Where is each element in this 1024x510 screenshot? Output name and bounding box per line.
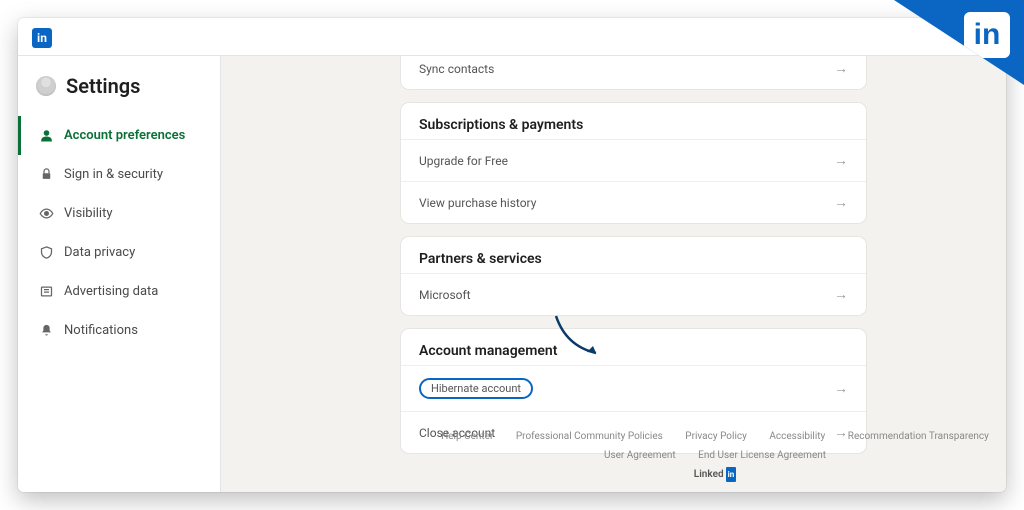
row-label: Sync contacts (419, 62, 494, 76)
sidebar-item-visibility[interactable]: Visibility (18, 194, 220, 233)
sidebar-item-label: Advertising data (64, 284, 158, 299)
card-title: Account management (401, 329, 866, 365)
chevron-right-icon: → (834, 60, 848, 77)
window: in Settings Account preferences Sign in … (18, 18, 1006, 492)
avatar[interactable] (36, 76, 56, 96)
footer-link-privacy[interactable]: Privacy Policy (685, 431, 747, 442)
sidebar-item-label: Notifications (64, 323, 138, 338)
row-upgrade-free[interactable]: Upgrade for Free → (401, 139, 866, 181)
row-sync-contacts[interactable]: Sync contacts → (401, 56, 866, 89)
sidebar-item-data-privacy[interactable]: Data privacy (18, 233, 220, 272)
lock-icon (39, 167, 54, 182)
chevron-right-icon: → (834, 152, 848, 169)
footer: Help Center Professional Community Polic… (424, 427, 1006, 484)
footer-link-recommendation[interactable]: Recommendation Transparency (848, 431, 989, 442)
linkedin-in-badge-icon: in (726, 467, 737, 482)
row-hibernate-account[interactable]: Hibernate account → (401, 365, 866, 411)
footer-brand-text: Linked (694, 469, 724, 480)
main-content: Sync contacts → Subscriptions & payments… (221, 56, 1006, 492)
row-label: Upgrade for Free (419, 154, 508, 168)
page-title: Settings (66, 74, 140, 98)
person-icon (39, 128, 54, 143)
linkedin-logo-small-icon[interactable]: in (32, 28, 52, 48)
card-subscriptions-payments: Subscriptions & payments Upgrade for Fre… (401, 103, 866, 223)
sidebar-item-label: Account preferences (64, 128, 185, 143)
bell-icon (39, 323, 54, 338)
sidebar-nav: Account preferences Sign in & security V… (18, 110, 220, 350)
card-partners-services: Partners & services Microsoft → (401, 237, 866, 315)
footer-link-accessibility[interactable]: Accessibility (769, 431, 825, 442)
sidebar-item-sign-in-security[interactable]: Sign in & security (18, 155, 220, 194)
newspaper-icon (39, 284, 54, 299)
footer-link-user-agreement[interactable]: User Agreement (604, 450, 676, 461)
sidebar-item-label: Visibility (64, 206, 113, 221)
shield-icon (39, 245, 54, 260)
row-label-highlighted: Hibernate account (419, 378, 533, 399)
chevron-right-icon: → (834, 194, 848, 211)
eye-icon (39, 206, 54, 221)
row-microsoft[interactable]: Microsoft → (401, 273, 866, 315)
card-title: Partners & services (401, 237, 866, 273)
sidebar-item-label: Sign in & security (64, 167, 163, 182)
card-title: Subscriptions & payments (401, 103, 866, 139)
chevron-right-icon: → (834, 286, 848, 303)
sidebar-item-advertising-data[interactable]: Advertising data (18, 272, 220, 311)
row-label: View purchase history (419, 196, 536, 210)
topbar: in (18, 18, 1006, 56)
chevron-right-icon: → (834, 380, 848, 397)
settings-header: Settings (18, 56, 220, 110)
row-purchase-history[interactable]: View purchase history → (401, 181, 866, 223)
app-frame: in in Settings Account preferences Sign … (0, 0, 1024, 510)
row-label: Microsoft (419, 288, 471, 302)
card-sync: Sync contacts → (401, 56, 866, 89)
sidebar-item-label: Data privacy (64, 245, 135, 260)
footer-brand: Linkedin (424, 465, 1006, 484)
footer-link-community[interactable]: Professional Community Policies (516, 431, 663, 442)
footer-link-help[interactable]: Help Center (441, 431, 493, 442)
sidebar: Settings Account preferences Sign in & s… (18, 56, 221, 492)
sidebar-item-account-preferences[interactable]: Account preferences (18, 116, 220, 155)
sidebar-item-notifications[interactable]: Notifications (18, 311, 220, 350)
footer-link-eula[interactable]: End User License Agreement (698, 450, 826, 461)
